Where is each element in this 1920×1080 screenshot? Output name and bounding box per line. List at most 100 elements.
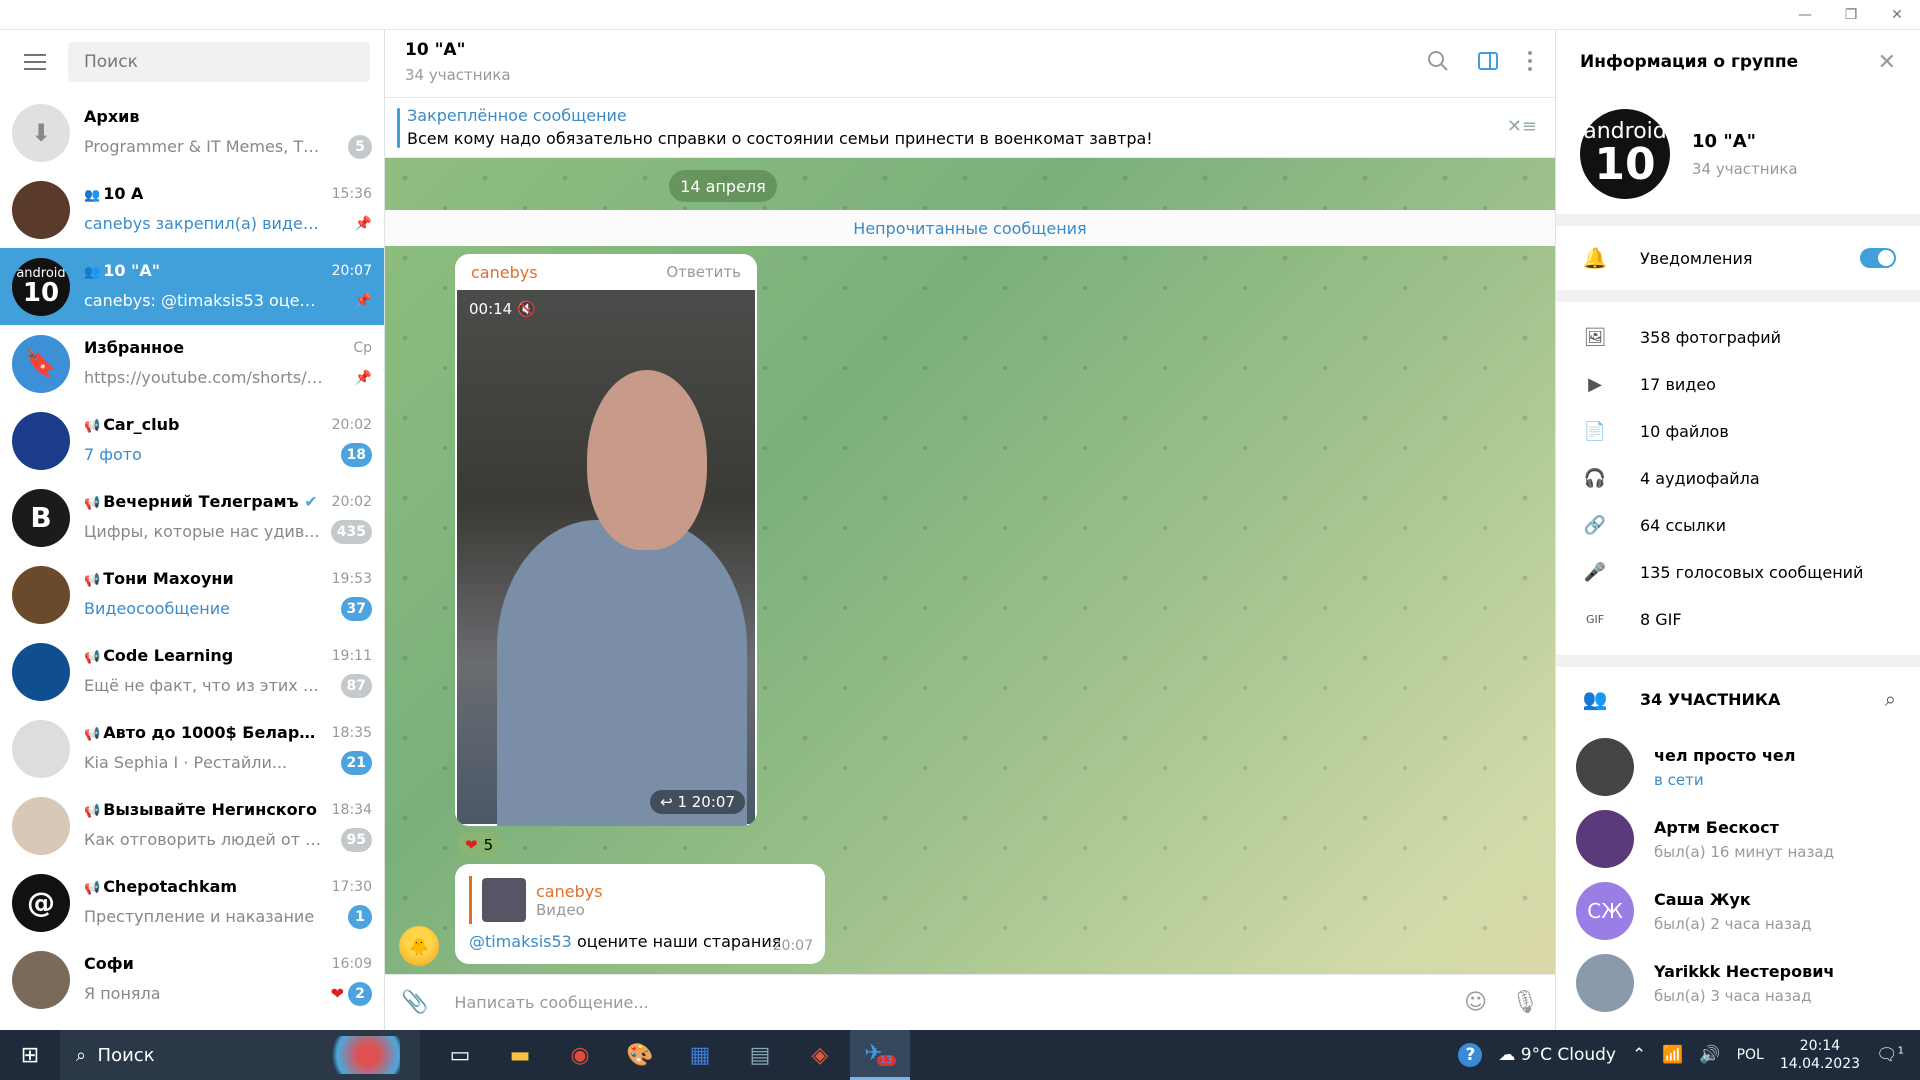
video-player[interactable]: 00:14 🔇 ↩ 1 20:07 [457, 290, 755, 826]
chat-item[interactable]: android 10 👥 10 "A" 20:07 canebys: @timaksis5… [0, 248, 384, 325]
message-input[interactable]: Написать сообщение... [454, 993, 1440, 1012]
sender-avatar[interactable]: 🐥 [399, 926, 439, 966]
video-message[interactable]: canebys Ответить 00:14 🔇 ↩ 1 20:07 [455, 254, 757, 826]
media-row[interactable]: 🎧 4 аудиофайла [1556, 455, 1920, 502]
media-row[interactable]: 🎤 135 голосовых сообщений [1556, 549, 1920, 596]
chat-item[interactable]: @ 📢 Chepotachkam 17:30 Преступление и наказа… [0, 864, 384, 941]
member-avatar [1576, 810, 1634, 868]
channel-icon: 📢 [84, 419, 101, 434]
volume-icon[interactable]: 🔊 [1699, 1045, 1720, 1065]
chrome-icon[interactable]: ◉ [550, 1030, 610, 1080]
close-window-button[interactable]: ✕ [1874, 0, 1920, 30]
pinned-text: Всем кому надо обязательно справки о сос… [407, 129, 1153, 148]
media-row[interactable]: 🔗 64 ссылки [1556, 502, 1920, 549]
muted-icon[interactable]: 🔇 [517, 300, 536, 318]
file-explorer-icon[interactable]: ▬ [490, 1030, 550, 1080]
emoji-icon[interactable]: ☺ [1464, 990, 1487, 1015]
quoted-message[interactable]: canebys Видео [469, 876, 603, 924]
chat-item[interactable]: 📢 Тони Махоуни 19:53 Видеосообщение 37 [0, 556, 384, 633]
close-icon[interactable]: ✕ [1878, 50, 1896, 75]
telegram-icon[interactable]: ✈ 13 [850, 1030, 910, 1080]
message-sender[interactable]: canebys [471, 263, 538, 282]
unread-badge: 18 [340, 442, 372, 467]
chat-item[interactable]: Софи 16:09 Я поняла ❤ 2 [0, 941, 384, 1018]
sidebar-toggle-icon[interactable] [1477, 50, 1499, 72]
group-avatar[interactable]: android 10 [1580, 109, 1670, 199]
chat-preview: https://youtube.com/shorts/JrfD... [84, 368, 324, 387]
chat-preview: Я поняла [84, 984, 161, 1003]
minimize-button[interactable]: — [1782, 0, 1828, 30]
notifications-toggle[interactable] [1860, 248, 1896, 268]
members-list: чел просто чел в сети Артм Бескост был(а) 1… [1556, 731, 1920, 1019]
chat-name: 📢Авто до 1000$ Беларусь... [84, 723, 319, 742]
task-view-icon[interactable]: ▭ [430, 1030, 490, 1080]
search-icon[interactable] [1427, 50, 1449, 72]
member-item[interactable]: Yarikkk Нестерович был(а) 3 часа назад [1556, 947, 1920, 1019]
pinned-list-icon[interactable]: ✕≡ [1507, 116, 1537, 137]
restore-button[interactable]: ❐ [1828, 0, 1874, 30]
media-row[interactable]: GIF 8 GIF [1556, 596, 1920, 643]
windows-start-icon[interactable]: ⊞ [0, 1030, 60, 1080]
search-input[interactable] [68, 42, 370, 82]
language-indicator[interactable]: POL [1737, 1047, 1764, 1063]
help-icon[interactable]: ? [1458, 1043, 1483, 1067]
group-icon: 👥 [84, 265, 101, 280]
clock[interactable]: 20:14 14.04.2023 [1780, 1037, 1860, 1073]
search-members-icon[interactable]: ⌕ [1885, 687, 1896, 711]
pin-icon: 📌 [354, 215, 372, 232]
more-icon[interactable] [1527, 50, 1533, 72]
chat-item[interactable]: ⬇ Архив Programmer & IT Memes, ТикТ... 5 [0, 94, 384, 171]
group-icon: 👥 [84, 188, 101, 203]
title-bar: — ❐ ✕ [0, 0, 1920, 30]
attach-icon[interactable]: 📎 [401, 990, 428, 1015]
chat-name: Избранное [84, 338, 185, 357]
chat-preview: canebys: @timaksis53 оцените ... [84, 291, 324, 310]
chat-item[interactable]: B 📢 Вечерний Телеграмъ ✔ 20:02 Цифры, которы… [0, 479, 384, 556]
date-chip: 14 апреля [669, 170, 777, 202]
calculator-icon[interactable]: ▦ [670, 1030, 730, 1080]
tray-chevron-icon[interactable]: ⌃ [1632, 1045, 1646, 1065]
paint-icon[interactable]: 🎨 [610, 1030, 670, 1080]
taskbar-search[interactable]: ⌕ Поиск [60, 1030, 420, 1080]
notifications-row[interactable]: 🔔 Уведомления [1556, 226, 1920, 290]
control-panel-icon[interactable]: ▤ [730, 1030, 790, 1080]
mic-icon: 🎤 [1583, 562, 1607, 583]
reply-button[interactable]: Ответить [666, 263, 741, 281]
reaction-heart[interactable]: ❤ 5 [457, 832, 502, 858]
network-icon[interactable]: 📶 [1662, 1045, 1683, 1065]
menu-icon[interactable] [12, 42, 58, 82]
chat-preview: Видеосообщение [84, 599, 230, 618]
media-row[interactable]: ▶ 17 видео [1556, 361, 1920, 408]
mention-link[interactable]: @timaksis53 [469, 932, 572, 951]
media-row[interactable]: 📄 10 файлов [1556, 408, 1920, 455]
member-item[interactable]: чел просто чел в сети [1556, 731, 1920, 803]
video-stats: ↩ 1 20:07 [650, 790, 745, 814]
media-row[interactable]: 🖼 358 фотографий [1556, 314, 1920, 361]
message-time: 20:07 [772, 938, 813, 954]
heart-icon: ❤ [465, 836, 478, 854]
group-members-count: 34 участника [1692, 159, 1798, 178]
chat-item[interactable]: 📢Авто до 1000$ Беларусь... 18:35 Kia Sephi… [0, 710, 384, 787]
chat-name: Архив [84, 107, 140, 126]
chat-item[interactable]: 📢 Вызывайте Негинского 18:34 Как отговорить… [0, 787, 384, 864]
weather-widget[interactable]: ☁ 9°C Cloudy [1498, 1045, 1616, 1065]
photo-icon: 🖼 [1583, 327, 1607, 348]
chat-item[interactable]: 🔖 Избранное Ср https://youtube.com/shorts/J… [0, 325, 384, 402]
reply-message[interactable]: canebys Видео @timaksis53 оцените наши с… [455, 864, 825, 964]
chat-name: 👥 10 А [84, 184, 144, 203]
chat-item[interactable]: 👥10 А 15:36 canebys закрепил(а) видеосоо..… [0, 171, 384, 248]
member-item[interactable]: СЖ Саша Жук был(а) 2 часа назад [1556, 875, 1920, 947]
member-status: в сети [1654, 770, 1704, 789]
member-item[interactable]: Артм Бескост был(а) 16 минут назад [1556, 803, 1920, 875]
app-icon[interactable]: ◈ [790, 1030, 850, 1080]
chat-item[interactable]: 📢 Code Learning 19:11 Ещё не факт, что из э… [0, 633, 384, 710]
pinned-message-bar[interactable]: Закреплённое сообщение Всем кому надо об… [385, 98, 1555, 158]
chat-name: 📢 Вызывайте Негинского [84, 800, 317, 819]
chat-name: 📢 Вечерний Телеграмъ ✔ [84, 492, 318, 511]
channel-icon: 📢 [84, 496, 101, 511]
member-name: Yarikkk Нестерович [1654, 961, 1835, 981]
chat-header[interactable]: 10 "A" 34 участника [385, 30, 1555, 98]
chat-item[interactable]: 📢 Car_club 20:02 7 фото 18 [0, 402, 384, 479]
notifications-icon[interactable]: 🗨1 [1876, 1045, 1904, 1065]
mic-icon[interactable]: 🎙 [1511, 990, 1539, 1015]
